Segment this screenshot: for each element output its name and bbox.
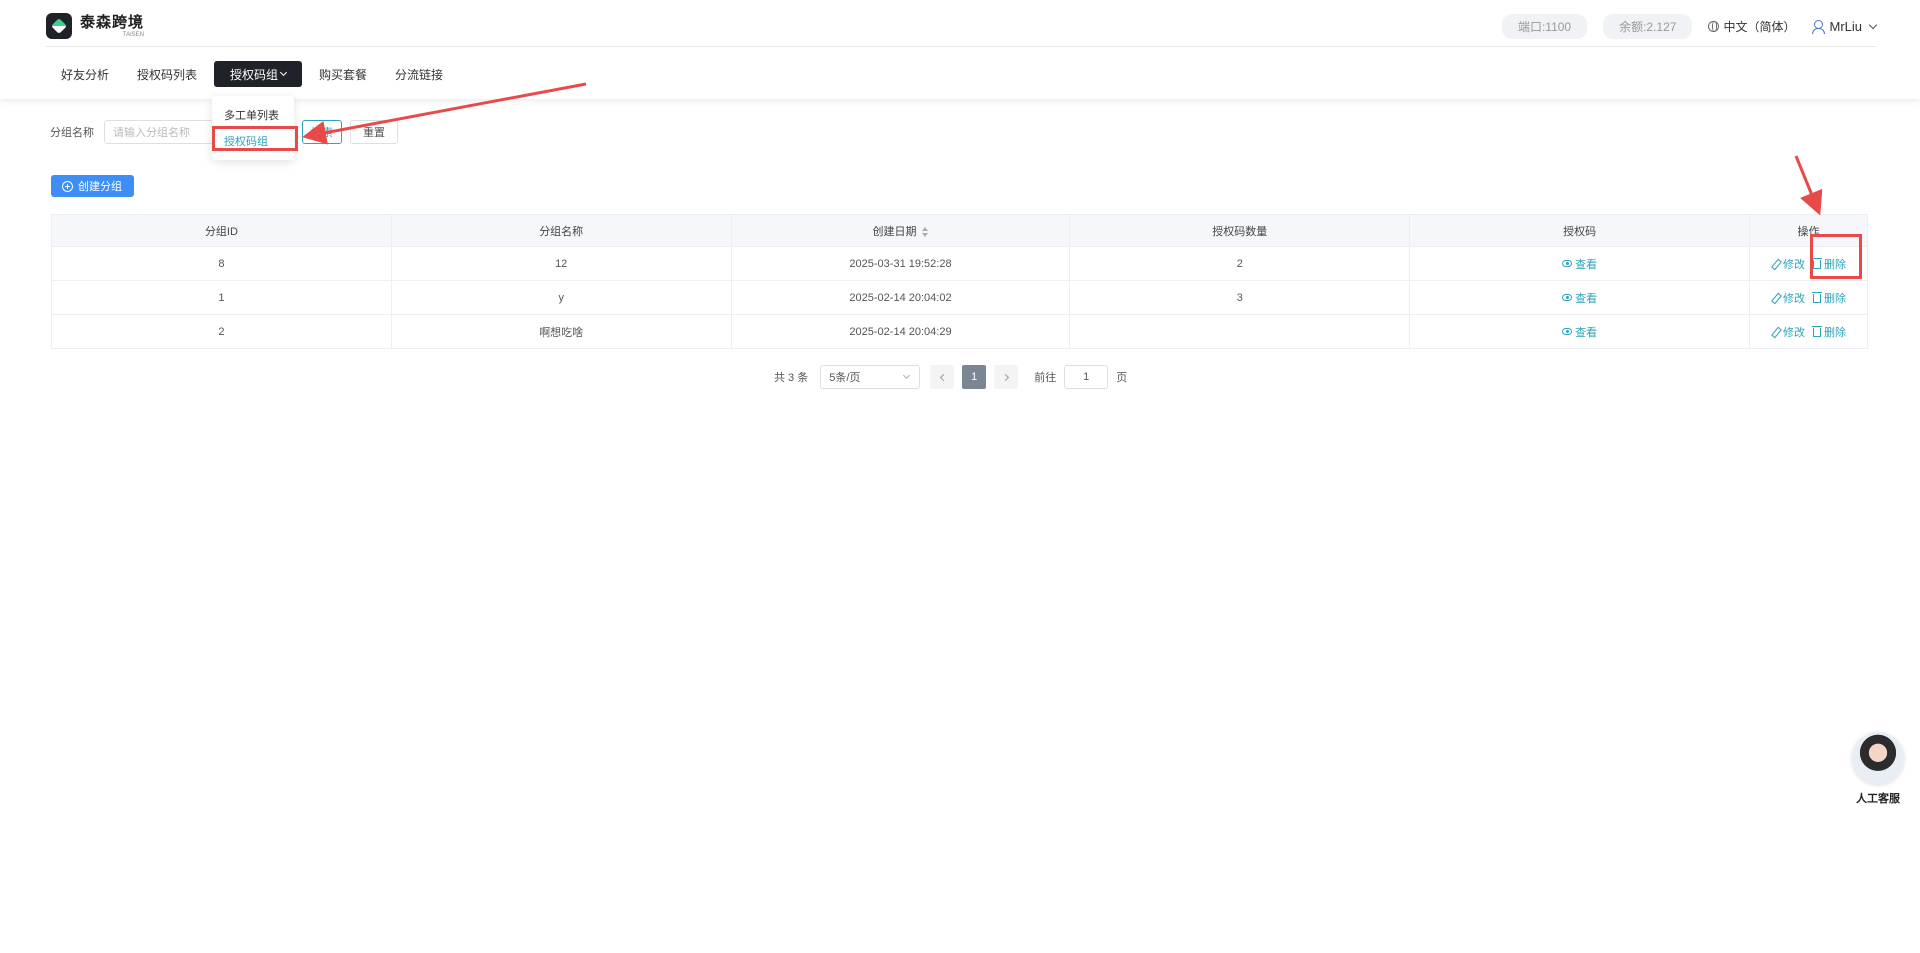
prev-page-button[interactable] [930,365,955,389]
header-right: 端口:1100 余额:2.127 中文（简体） MrLiu [1501,14,1878,39]
logo[interactable]: 泰森跨境 TAISEN [46,13,144,39]
eye-icon [1562,260,1573,267]
edit-button[interactable]: 修改 [1771,290,1805,306]
nav-item-auth-code-group[interactable]: 授权码组 [214,61,303,87]
username: MrLiu [1829,19,1862,34]
group-table: 分组ID 分组名称 创建日期 授权码数量 授权码 操作 8 12 2025-03… [51,214,1868,349]
service-avatar[interactable] [1852,732,1904,784]
chevron-right-icon [1001,373,1009,381]
table-row: 1 y 2025-02-14 20:04:02 3 查看 修改 删除 [51,280,1868,315]
logo-name: 泰森跨境 [80,13,145,31]
edit-icon [1771,259,1780,268]
chevron-down-icon [279,68,288,77]
annotation-arrow-delete [1794,155,1823,216]
search-button[interactable]: 搜索 [302,120,342,144]
col-header-id: 分组ID [51,214,392,247]
view-link[interactable]: 查看 [1562,256,1597,272]
sort-icon[interactable] [921,226,929,237]
edit-icon [1771,293,1780,302]
edit-button[interactable]: 修改 [1771,324,1805,340]
annotation-highlight-dropdown [212,126,298,151]
pagination: 共 3 条 5条/页 1 前往 1 页 [774,365,1127,389]
logo-icon [46,13,72,39]
annotation-highlight-delete [1810,234,1862,279]
top-header: 泰森跨境 TAISEN 端口:1100 余额:2.127 中文（简体） MrLi… [0,0,1920,99]
trash-icon [1812,326,1822,337]
table-row: 8 12 2025-03-31 19:52:28 2 查看 修改 删除 [51,246,1868,281]
trash-icon [1812,292,1822,303]
chevron-down-icon [1868,20,1878,30]
user-menu[interactable]: MrLiu [1811,19,1878,34]
main-nav: 好友分析 授权码列表 授权码组 购买套餐 分流链接 [50,61,454,87]
total-count: 共 3 条 [774,372,809,384]
chevron-down-icon [903,371,911,380]
plus-circle-icon [62,180,73,192]
table-header-row: 分组ID 分组名称 创建日期 授权码数量 授权码 操作 [51,214,1868,247]
delete-button[interactable]: 删除 [1812,290,1846,306]
header-divider [46,46,1876,47]
goto-page-input[interactable]: 1 [1064,365,1109,389]
reset-button[interactable]: 重置 [350,120,398,144]
view-link[interactable]: 查看 [1562,290,1597,306]
customer-service[interactable]: 人工客服 [1852,732,1904,806]
nav-item-split-link[interactable]: 分流链接 [384,61,454,87]
table-row: 2 啊想吃啥 2025-02-14 20:04:29 查看 修改 删除 [51,314,1868,349]
nav-item-buy-package[interactable]: 购买套餐 [308,61,378,87]
globe-icon [1708,21,1720,32]
col-header-count: 授权码数量 [1069,214,1411,247]
create-group-button[interactable]: 创建分组 [51,175,134,197]
edit-icon [1771,327,1780,336]
page-number[interactable]: 1 [962,365,987,389]
page-size-select[interactable]: 5条/页 [820,365,921,389]
language-label: 中文（简体） [1723,20,1796,34]
delete-button[interactable]: 删除 [1812,324,1846,340]
goto-page: 前往 1 页 [1034,365,1127,389]
eye-icon [1562,294,1573,301]
view-link[interactable]: 查看 [1562,324,1597,340]
user-icon [1811,20,1826,34]
balance-badge: 余额:2.127 [1603,14,1693,39]
port-badge: 端口:1100 [1501,14,1588,39]
eye-icon [1562,328,1573,335]
next-page-button[interactable] [994,365,1019,389]
language-switch[interactable]: 中文（简体） [1708,18,1795,35]
chevron-left-icon [939,373,947,381]
dropdown-item-multi-ticket[interactable]: 多工单列表 [212,102,294,128]
service-label: 人工客服 [1856,793,1900,805]
logo-sub: TAISEN [122,31,145,38]
nav-item-auth-code-list[interactable]: 授权码列表 [126,61,208,87]
filter-label: 分组名称 [50,127,94,139]
col-header-auth-code: 授权码 [1409,214,1750,247]
nav-item-friend-analysis[interactable]: 好友分析 [50,61,120,87]
edit-button[interactable]: 修改 [1771,256,1805,272]
col-header-date[interactable]: 创建日期 [730,214,1071,247]
col-header-name: 分组名称 [390,214,732,247]
